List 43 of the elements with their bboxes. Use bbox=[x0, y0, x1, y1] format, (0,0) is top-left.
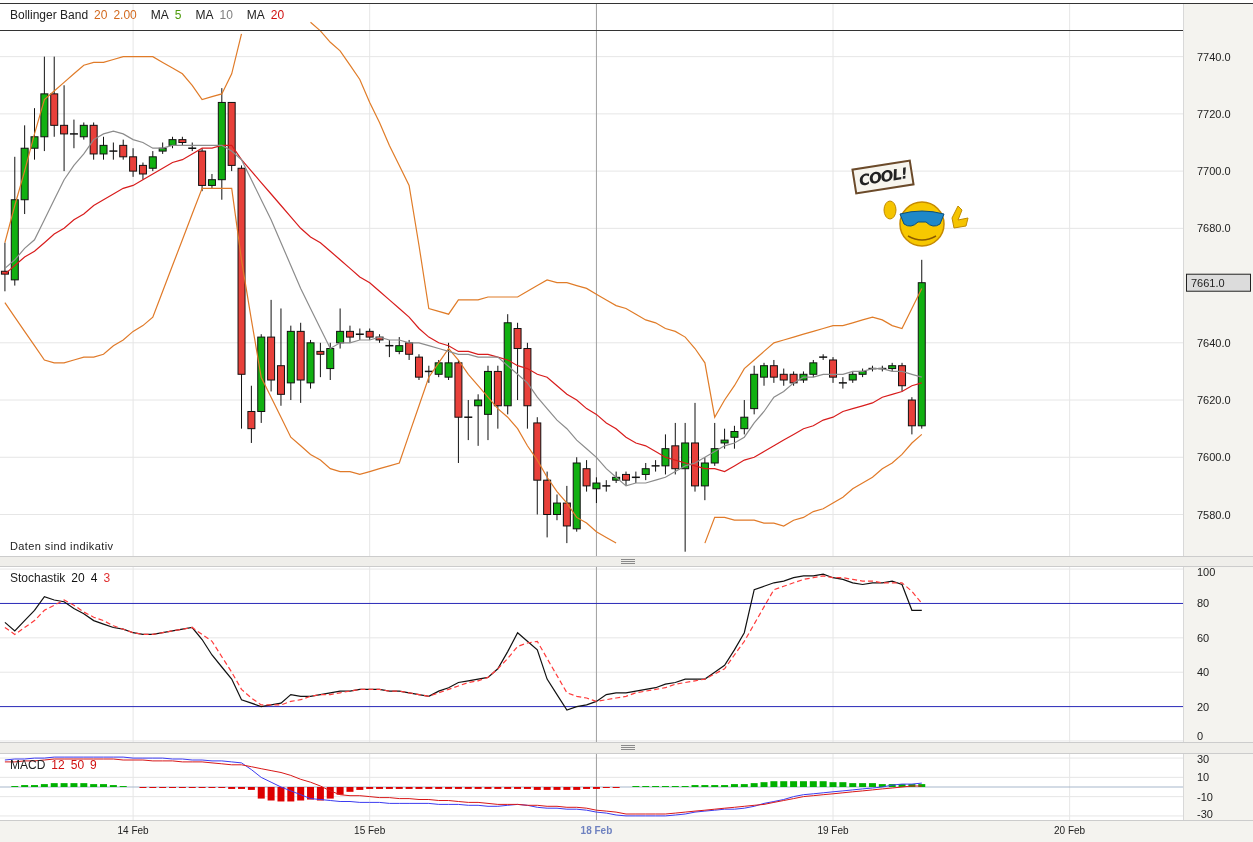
axis-label: 100 bbox=[1197, 567, 1216, 578]
legend-value: 3 bbox=[103, 571, 111, 585]
axis-label: 10 bbox=[1197, 771, 1210, 784]
cool-sign: COOL! bbox=[851, 159, 915, 195]
legend-value: 50 bbox=[70, 758, 85, 772]
axis-label: 60 bbox=[1197, 631, 1210, 644]
legend-label: MACD bbox=[10, 758, 46, 772]
axis-label: 7600.0 bbox=[1197, 451, 1231, 464]
axis-label: 80 bbox=[1197, 597, 1210, 610]
axis-label: 7580.0 bbox=[1197, 508, 1231, 521]
axis-label: -10 bbox=[1197, 790, 1213, 803]
axis-label: 7680.0 bbox=[1197, 222, 1231, 235]
axis-label: 30 bbox=[1197, 754, 1210, 765]
legend-label: Stochastik bbox=[10, 571, 66, 585]
legend-value: 12 bbox=[51, 758, 65, 772]
disclaimer-text: Daten sind indikativ bbox=[10, 540, 114, 552]
axis-label: 7740.0 bbox=[1197, 50, 1231, 63]
legend-value: 20 bbox=[94, 8, 108, 22]
axis-label: 7720.0 bbox=[1197, 107, 1231, 120]
last-price-label: 7661.0 bbox=[1186, 273, 1251, 292]
axis-label: 20 bbox=[1197, 700, 1210, 713]
axis-label: 7700.0 bbox=[1197, 165, 1231, 178]
axis-label: 40 bbox=[1197, 666, 1210, 679]
legend-value: 10 bbox=[219, 8, 233, 22]
legend-value: 2.00 bbox=[113, 8, 137, 22]
date-label: 18 Feb bbox=[580, 825, 613, 836]
axis-label: 7640.0 bbox=[1197, 336, 1231, 349]
legend-value: 9 bbox=[90, 758, 97, 772]
axis-label: -30 bbox=[1197, 808, 1213, 820]
legend-value: 5 bbox=[174, 8, 182, 22]
date-label: 20 Feb bbox=[1054, 825, 1086, 836]
axis-label: 0 bbox=[1197, 730, 1204, 742]
legend-label: MA bbox=[150, 8, 169, 22]
legend-label: MA bbox=[195, 8, 214, 22]
axis-label: 7620.0 bbox=[1197, 394, 1231, 407]
legend-value: 4 bbox=[90, 571, 98, 585]
date-label: 15 Feb bbox=[354, 825, 386, 836]
legend-label: Bollinger Band bbox=[10, 8, 89, 22]
legend-value: 20 bbox=[71, 571, 85, 585]
legend-value: 20 bbox=[270, 8, 285, 22]
date-label: 19 Feb bbox=[817, 825, 849, 836]
date-label: 14 Feb bbox=[117, 825, 149, 836]
legend-label: MA bbox=[246, 8, 265, 22]
